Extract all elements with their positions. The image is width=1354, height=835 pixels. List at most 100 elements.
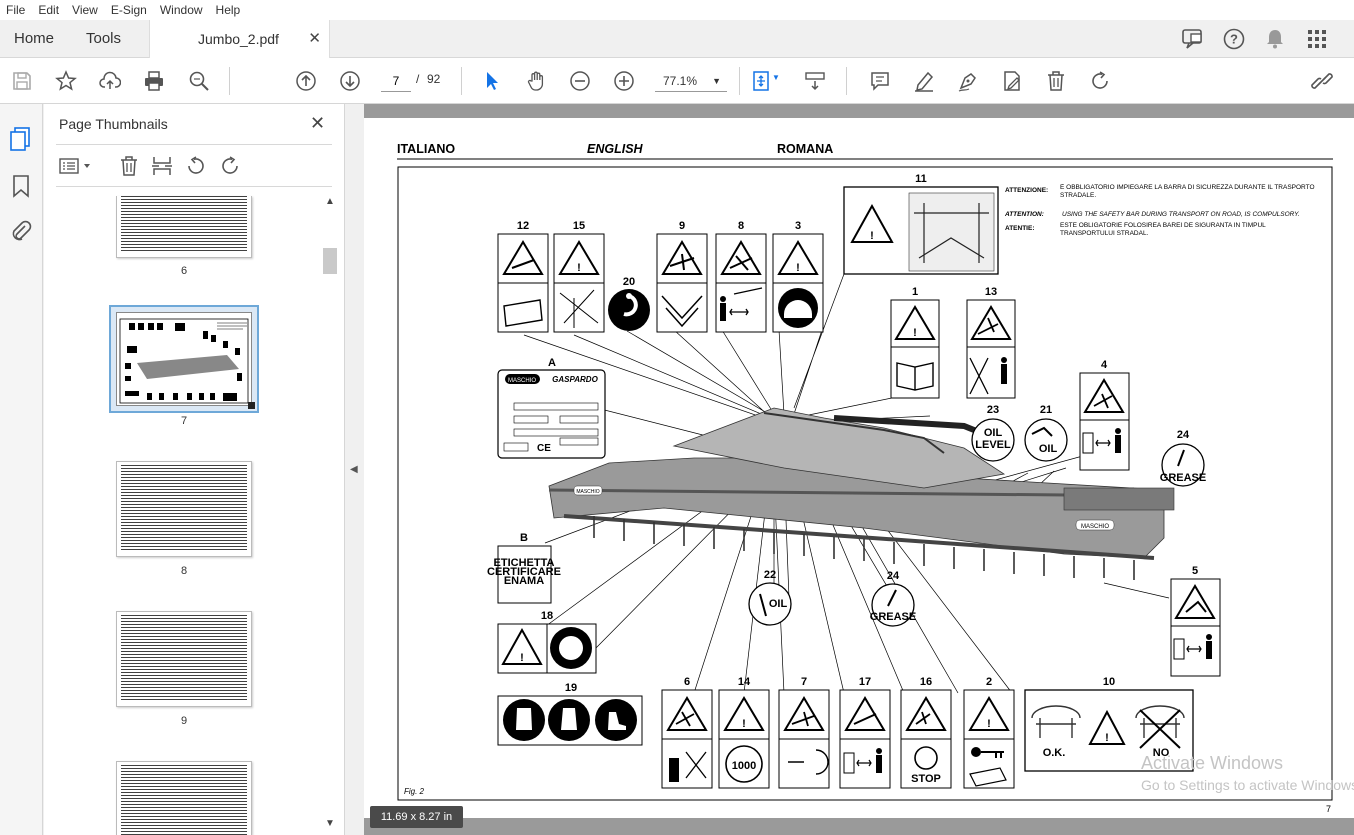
thumbnail-options-icon[interactable] [58, 156, 94, 181]
decal-24-grease-right: GREASE 24 [1160, 429, 1206, 487]
svg-text:!: ! [1105, 732, 1109, 744]
share-screen-icon[interactable] [1181, 28, 1205, 55]
tab-tools[interactable]: Tools [86, 20, 121, 58]
thumbnails-scrollbar[interactable]: ▲ ▼ [323, 196, 337, 835]
find-zoom-icon[interactable] [187, 69, 211, 93]
zoom-in-icon[interactable] [612, 69, 636, 93]
decal-number-7: 7 [801, 676, 807, 688]
decal-20: 20 [608, 276, 650, 331]
menu-view[interactable]: View [66, 3, 105, 17]
thumbnail-page-8[interactable] [116, 461, 252, 557]
scrolling-mode-icon[interactable] [803, 69, 827, 93]
menu-help[interactable]: Help [210, 3, 248, 17]
pto-1000-text: 1000 [732, 760, 756, 772]
edit-text-icon[interactable] [1000, 69, 1024, 93]
page-number-input[interactable] [381, 70, 411, 92]
decal-4: 4 [1079, 359, 1130, 471]
document-viewer[interactable]: ITALIANO ENGLISH ROMANA ATTENZIONE: È OB… [364, 104, 1354, 835]
ok-text: O.K. [1043, 747, 1066, 759]
decal-5: 5 [1170, 565, 1221, 677]
panel-title: Page Thumbnails [59, 116, 168, 132]
oil-text-21: OIL [1039, 443, 1058, 455]
hand-tool-icon[interactable] [524, 69, 548, 93]
header-italiano: ITALIANO [397, 142, 455, 156]
scroll-down-icon[interactable]: ▼ [325, 818, 335, 829]
decal-21-oil: OIL 21 [1024, 404, 1068, 462]
decal-number-15: 15 [573, 220, 585, 232]
select-cursor-icon[interactable] [480, 69, 504, 93]
thumbnail-label: 8 [180, 565, 188, 577]
thumbnail-page-9[interactable] [116, 611, 252, 707]
close-tab-icon[interactable]: ✕ [308, 20, 321, 58]
draw-tool-icon[interactable] [956, 69, 980, 93]
decal-12: 12 [497, 220, 549, 333]
menu-window[interactable]: Window [154, 3, 210, 17]
total-pages: 92 [427, 72, 441, 86]
comment-icon[interactable] [868, 69, 892, 93]
delete-icon[interactable] [1044, 69, 1068, 93]
thumbnail-page-6[interactable] [116, 196, 252, 258]
help-icon[interactable]: ? [1222, 27, 1246, 56]
thumbnail-page-7-selected[interactable] [109, 305, 259, 413]
decal-14: ! 1000 14 [718, 676, 770, 789]
previous-page-icon[interactable] [294, 69, 318, 93]
scroll-up-icon[interactable]: ▲ [325, 196, 335, 207]
decal-number-3: 3 [795, 220, 801, 232]
collapse-panel-icon[interactable]: ◀ [350, 464, 358, 475]
header-english: ENGLISH [587, 142, 644, 156]
chevron-down-icon[interactable]: ▼ [772, 73, 780, 82]
rotate-clockwise-icon[interactable] [219, 155, 241, 182]
zoom-out-icon[interactable] [568, 69, 592, 93]
left-navigation-rail [0, 104, 43, 835]
oil-text: OIL [984, 427, 1003, 439]
print-icon[interactable] [142, 69, 166, 93]
menu-file[interactable]: File [0, 3, 32, 17]
decal-letter-a: A [548, 357, 556, 369]
page-thumbnails-icon[interactable] [9, 126, 33, 157]
decal-number-4: 4 [1101, 359, 1108, 371]
attachments-paperclip-icon[interactable] [10, 219, 32, 248]
highlight-pen-icon[interactable] [912, 69, 936, 93]
page-fit-icon[interactable] [750, 69, 774, 93]
zoom-level-select[interactable]: 77.1% ▼ [655, 70, 727, 92]
decal-letter-b: B [520, 532, 528, 544]
svg-text:!: ! [870, 230, 874, 242]
level-text: LEVEL [975, 439, 1011, 451]
upload-cloud-icon[interactable] [98, 69, 122, 93]
decal-number-21: 21 [1040, 404, 1052, 416]
apps-grid-icon[interactable] [1306, 28, 1328, 55]
panel-splitter[interactable]: ◀ [344, 104, 364, 835]
menu-esign[interactable]: E-Sign [105, 3, 154, 17]
svg-text:!: ! [577, 262, 581, 274]
svg-text:?: ? [1230, 32, 1238, 47]
decal-number-20: 20 [623, 276, 635, 288]
page-thumbnails-panel: Page Thumbnails ✕ 6 7 8 9 ▲ ▼ [44, 104, 344, 835]
notifications-bell-icon[interactable] [1264, 28, 1286, 55]
decal-16: STOP 16 [900, 676, 952, 789]
figure-caption: Fig. 2 [404, 787, 425, 796]
delete-pages-icon[interactable] [118, 155, 140, 182]
menu-edit[interactable]: Edit [32, 3, 66, 17]
decal-number-12: 12 [517, 220, 529, 232]
bookmarks-icon[interactable] [11, 174, 31, 203]
tab-document[interactable]: Jumbo_2.pdf ✕ [149, 20, 330, 59]
next-page-icon[interactable] [338, 69, 362, 93]
grease-text-bottom: GREASE [870, 611, 916, 623]
decal-number-11: 11 [915, 173, 927, 185]
tab-home[interactable]: Home [14, 20, 54, 58]
machine-brand-left: MASCHIO [576, 489, 599, 495]
scrollbar-thumb[interactable] [323, 248, 337, 274]
save-icon[interactable] [10, 69, 34, 93]
insert-pages-icon[interactable] [151, 155, 173, 182]
share-link-icon[interactable] [1310, 69, 1334, 93]
windows-activation-watermark: Activate Windows Go to Settings to activ… [1141, 752, 1354, 796]
thumbnail-page-10[interactable] [116, 761, 252, 835]
machine-brand-right: MASCHIO [1081, 524, 1109, 530]
close-panel-icon[interactable]: ✕ [310, 113, 325, 134]
rotate-icon[interactable] [1088, 69, 1112, 93]
rotate-counterclockwise-icon[interactable] [185, 155, 207, 182]
decal-18: ! 18 [497, 610, 597, 674]
menu-bar: File Edit View E-Sign Window Help [0, 0, 1354, 20]
decal-number-8: 8 [738, 220, 744, 232]
bookmark-star-icon[interactable] [54, 69, 78, 93]
